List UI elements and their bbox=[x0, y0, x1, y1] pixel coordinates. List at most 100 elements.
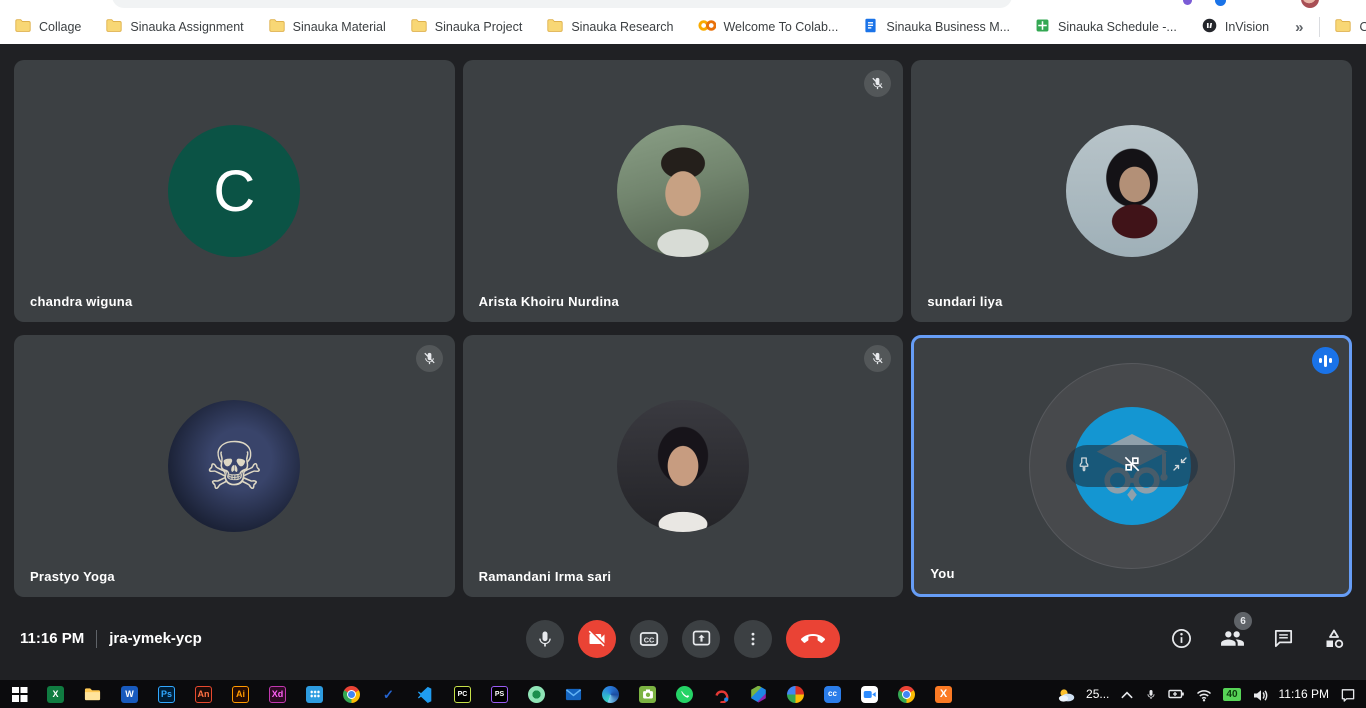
bookmark-sinauka-schedule[interactable]: Sinauka Schedule -... bbox=[1028, 14, 1183, 40]
folder-icon bbox=[1334, 17, 1352, 38]
tile-ramandani-irma-sari[interactable]: Ramandani Irma sari bbox=[463, 335, 904, 597]
folder-icon bbox=[268, 17, 286, 38]
present-button[interactable] bbox=[682, 620, 720, 658]
grid-off-icon[interactable] bbox=[1122, 454, 1142, 479]
tile-chandra-wiguna[interactable]: C chandra wiguna bbox=[14, 60, 455, 322]
more-options-button[interactable] bbox=[734, 620, 772, 658]
calendar-icon[interactable] bbox=[306, 686, 323, 703]
speaker-icon[interactable] bbox=[1252, 687, 1268, 702]
mic-muted-icon bbox=[864, 70, 891, 97]
file-explorer-icon[interactable] bbox=[84, 686, 101, 703]
bookmark-sinauka-research[interactable]: Sinauka Research bbox=[540, 14, 679, 41]
action-center-icon[interactable] bbox=[1340, 687, 1356, 702]
bookmark-label: Sinauka Research bbox=[571, 20, 673, 34]
pin-icon[interactable] bbox=[1075, 455, 1093, 478]
tile-arista-khoiru-nurdina[interactable]: Arista Khoiru Nurdina bbox=[463, 60, 904, 322]
avatar-photo bbox=[1066, 125, 1198, 257]
bookmark-label: Sinauka Assignment bbox=[130, 20, 243, 34]
other-bookmarks[interactable]: Other bookmarks bbox=[1328, 14, 1366, 41]
bookmark-label: Sinauka Project bbox=[435, 20, 523, 34]
volume-app-badge[interactable]: 40 bbox=[1223, 688, 1240, 701]
people-button[interactable]: 6 bbox=[1220, 626, 1245, 651]
windows-start-icon[interactable] bbox=[12, 687, 27, 702]
call-controls bbox=[526, 620, 840, 658]
microphone-button[interactable] bbox=[526, 620, 564, 658]
extension-icon[interactable] bbox=[1183, 0, 1192, 5]
mail-icon[interactable] bbox=[565, 686, 582, 703]
chrome-icon[interactable] bbox=[343, 686, 360, 703]
bookmark-sinauka-business[interactable]: Sinauka Business M... bbox=[856, 14, 1016, 40]
bookmarks-divider bbox=[1319, 17, 1320, 37]
tile-sundari-liya[interactable]: sundari liya bbox=[911, 60, 1352, 322]
photos-pinwheel-icon[interactable] bbox=[787, 686, 804, 703]
bookmark-invision[interactable]: InVision bbox=[1195, 14, 1275, 40]
video-call-app-icon[interactable] bbox=[861, 686, 878, 703]
bookmark-sinauka-project[interactable]: Sinauka Project bbox=[404, 14, 529, 41]
todo-check-icon[interactable] bbox=[380, 686, 397, 703]
folder-icon bbox=[14, 17, 32, 38]
camera-app-icon[interactable] bbox=[639, 686, 656, 703]
activities-button[interactable] bbox=[1322, 627, 1346, 651]
bookmark-colab[interactable]: Welcome To Colab... bbox=[691, 13, 844, 41]
profile-avatar[interactable] bbox=[1301, 0, 1319, 8]
bookmark-label: Sinauka Schedule -... bbox=[1058, 20, 1177, 34]
browser-toolbar-strip bbox=[0, 0, 1366, 10]
edge-icon[interactable] bbox=[602, 686, 619, 703]
tile-prastyo-yoga[interactable]: Prastyo Yoga bbox=[14, 335, 455, 597]
folder-icon bbox=[546, 17, 564, 38]
creative-cloud-icon[interactable] bbox=[824, 686, 841, 703]
avatar-initial: C bbox=[168, 125, 300, 257]
captions-button[interactable] bbox=[630, 620, 668, 658]
excel-icon[interactable] bbox=[47, 686, 64, 703]
hidden-icons-chevron[interactable] bbox=[1120, 689, 1134, 700]
meeting-details-button[interactable] bbox=[1170, 627, 1193, 650]
mic-muted-icon bbox=[416, 345, 443, 372]
participant-name: Arista Khoiru Nurdina bbox=[479, 294, 619, 309]
bookmarks-overflow-chevron[interactable]: » bbox=[1287, 19, 1311, 36]
chat-button[interactable] bbox=[1272, 627, 1295, 650]
photoshop-icon[interactable] bbox=[158, 686, 175, 703]
chrome-window-icon[interactable] bbox=[898, 686, 915, 703]
battery-icon[interactable] bbox=[1168, 686, 1185, 702]
vscode-icon[interactable] bbox=[417, 686, 434, 703]
wifi-icon[interactable] bbox=[1196, 687, 1212, 702]
hexagon-app-icon[interactable] bbox=[750, 686, 767, 703]
clock: 11:16 PM bbox=[20, 630, 84, 647]
extension-icon[interactable] bbox=[1215, 0, 1226, 6]
participant-name: Ramandani Irma sari bbox=[479, 569, 612, 584]
android-emulator-icon[interactable] bbox=[528, 686, 545, 703]
phpstorm-icon[interactable] bbox=[491, 686, 508, 703]
bookmarks-bar: Collage Sinauka Assignment Sinauka Mater… bbox=[0, 10, 1366, 44]
bookmark-label: Welcome To Colab... bbox=[723, 20, 838, 34]
participant-name: You bbox=[930, 566, 954, 581]
end-call-button[interactable] bbox=[786, 620, 840, 658]
animate-icon[interactable] bbox=[195, 686, 212, 703]
participant-name: sundari liya bbox=[927, 294, 1002, 309]
red-swirl-app-icon[interactable] bbox=[713, 686, 730, 703]
pycharm-icon[interactable] bbox=[454, 686, 471, 703]
tile-you[interactable]: You bbox=[911, 335, 1352, 597]
google-docs-icon bbox=[862, 17, 879, 37]
weather-icon[interactable] bbox=[1057, 687, 1075, 702]
temperature-label[interactable]: 25... bbox=[1086, 687, 1109, 701]
other-bookmarks-label: Other bookmarks bbox=[1359, 20, 1366, 34]
minimize-icon[interactable] bbox=[1171, 455, 1189, 478]
bookmark-label: Collage bbox=[39, 20, 81, 34]
meeting-code: jra-ymek-ycp bbox=[109, 630, 202, 647]
invision-icon bbox=[1201, 17, 1218, 37]
folder-icon bbox=[105, 17, 123, 38]
mic-in-use-icon[interactable] bbox=[1145, 688, 1157, 701]
folder-icon bbox=[410, 17, 428, 38]
adobe-xd-icon[interactable] bbox=[269, 686, 286, 703]
address-bar-bottom[interactable] bbox=[112, 0, 1012, 8]
taskbar-clock[interactable]: 11:16 PM bbox=[1279, 687, 1329, 701]
illustrator-icon[interactable] bbox=[232, 686, 249, 703]
bookmark-label: Sinauka Material bbox=[293, 20, 386, 34]
whatsapp-icon[interactable] bbox=[676, 686, 693, 703]
xampp-icon[interactable] bbox=[935, 686, 952, 703]
bookmark-sinauka-assignment[interactable]: Sinauka Assignment bbox=[99, 14, 249, 41]
camera-off-button[interactable] bbox=[578, 620, 616, 658]
word-icon[interactable] bbox=[121, 686, 138, 703]
bookmark-collage[interactable]: Collage bbox=[8, 14, 87, 41]
bookmark-sinauka-material[interactable]: Sinauka Material bbox=[262, 14, 392, 41]
